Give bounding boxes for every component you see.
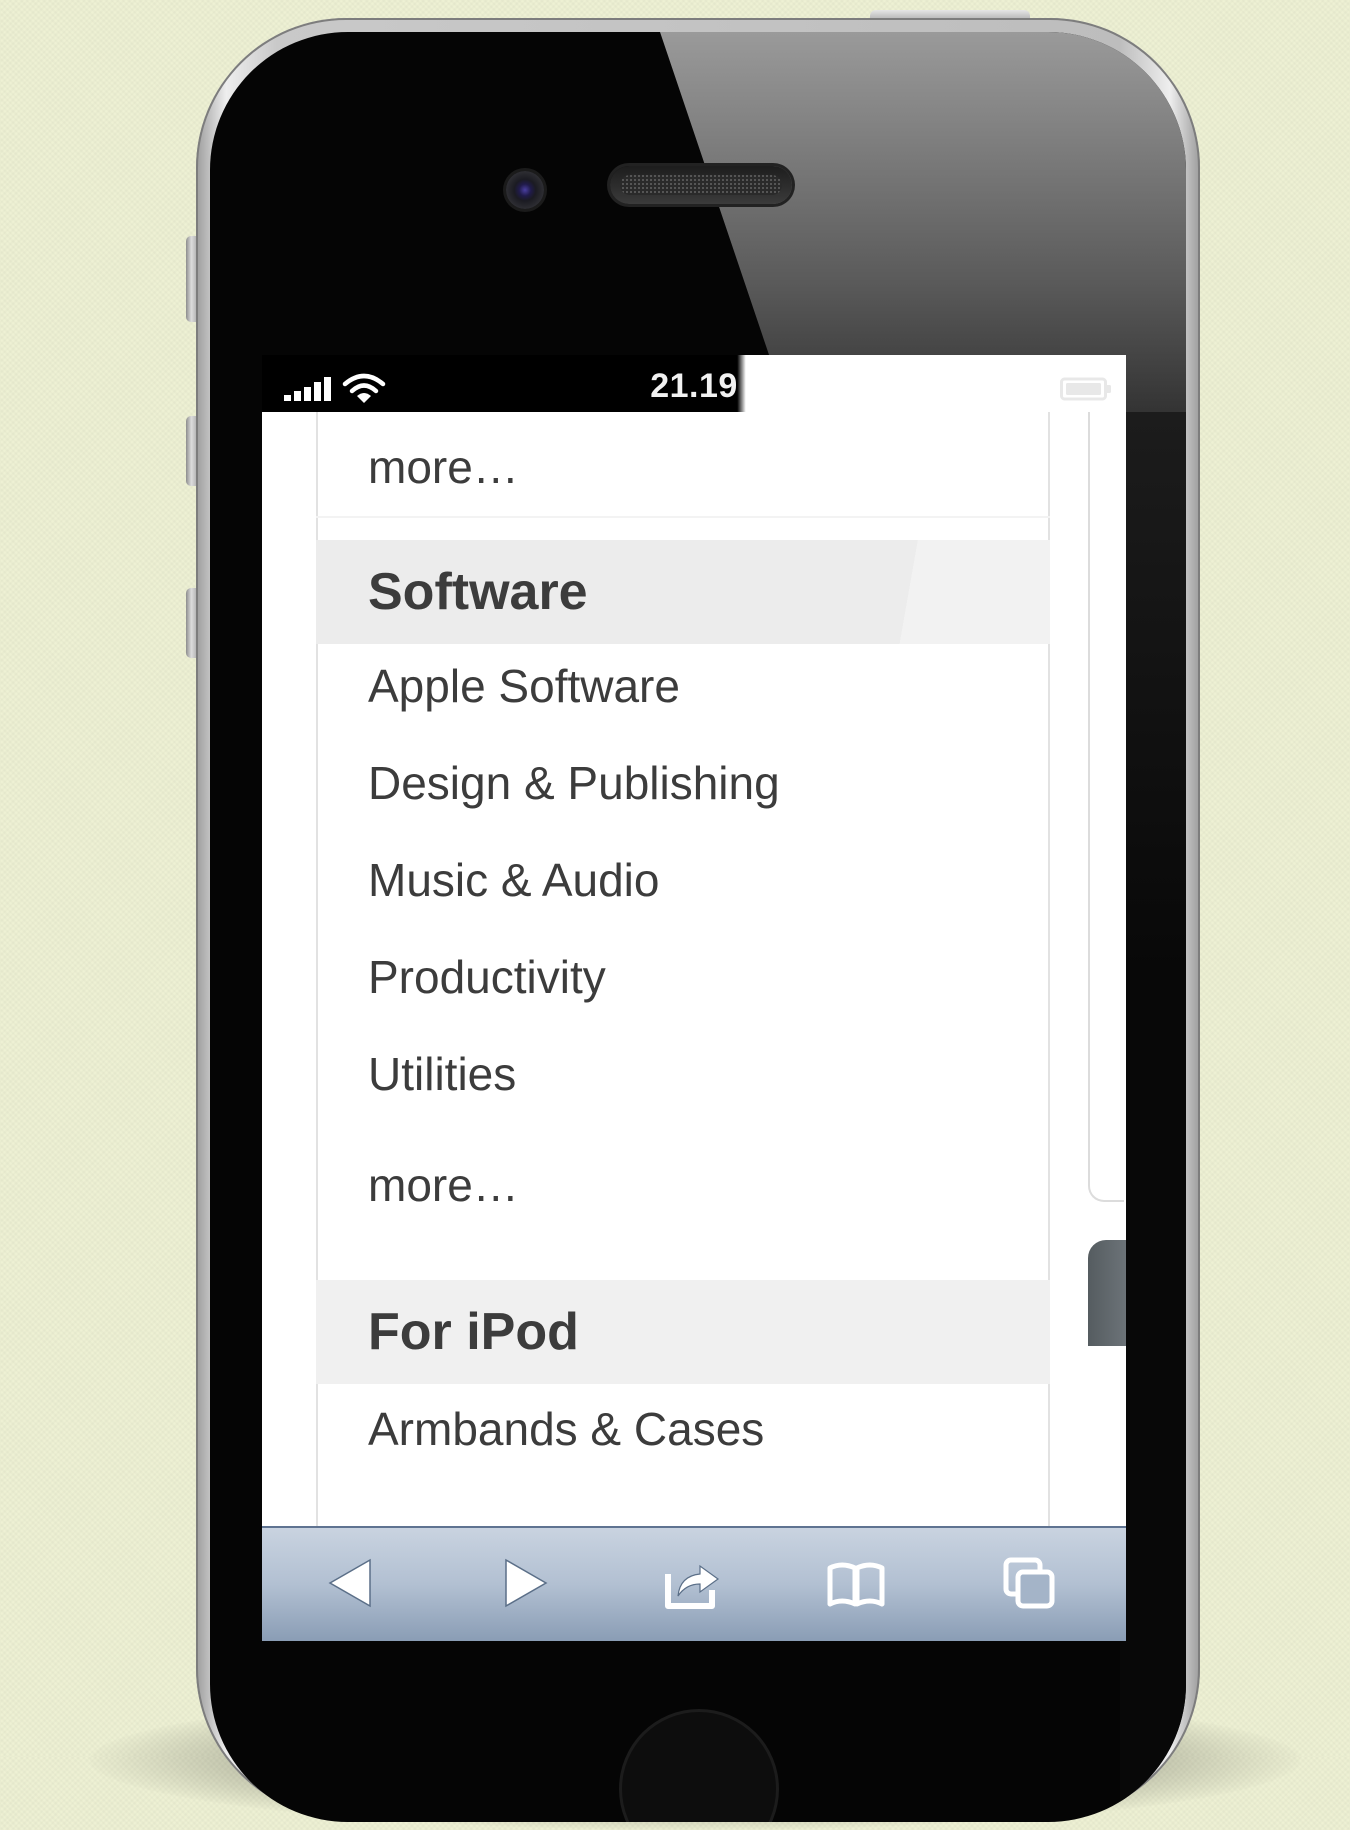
menu-item-design-publishing[interactable]: Design & Publishing <box>316 756 1050 810</box>
menu-item-apple-software[interactable]: Apple Software <box>316 659 1050 713</box>
divider <box>316 516 1050 518</box>
more-link[interactable]: more… <box>316 1158 1050 1212</box>
menu-item-music-audio[interactable]: Music & Audio <box>316 853 1050 907</box>
menu-item-productivity[interactable]: Productivity <box>316 950 1050 1004</box>
forward-arrow-icon[interactable] <box>494 1554 554 1612</box>
status-bar: 21.19 <box>262 355 1126 412</box>
front-camera <box>506 171 544 209</box>
section-header-for-ipod: For iPod <box>316 1280 1050 1384</box>
battery-icon <box>1060 377 1111 401</box>
status-time: 21.19 <box>650 367 738 405</box>
section-header-software: Software <box>316 540 1050 644</box>
menu-item-armbands-cases[interactable]: Armbands & Cases <box>316 1402 1050 1456</box>
web-content[interactable]: more… Software Apple Software Design & P… <box>262 412 1126 1526</box>
more-link[interactable]: more… <box>316 440 1050 494</box>
share-icon[interactable] <box>662 1554 722 1612</box>
phone-screen: 21.19 more… Software Apple Software Desi… <box>262 355 1126 1641</box>
earpiece-speaker <box>610 166 792 204</box>
speaker-grill <box>620 175 782 195</box>
browser-toolbar <box>262 1526 1126 1641</box>
scroll-track <box>1088 412 1124 1202</box>
home-button[interactable] <box>622 1712 776 1822</box>
bookmarks-icon[interactable] <box>826 1554 886 1612</box>
back-arrow-icon[interactable] <box>322 1554 382 1612</box>
scroll-thumb[interactable] <box>1088 1240 1126 1346</box>
menu-item-utilities[interactable]: Utilities <box>316 1047 1050 1101</box>
tabs-icon[interactable] <box>1000 1554 1060 1612</box>
glass-edge <box>1120 412 1186 1822</box>
